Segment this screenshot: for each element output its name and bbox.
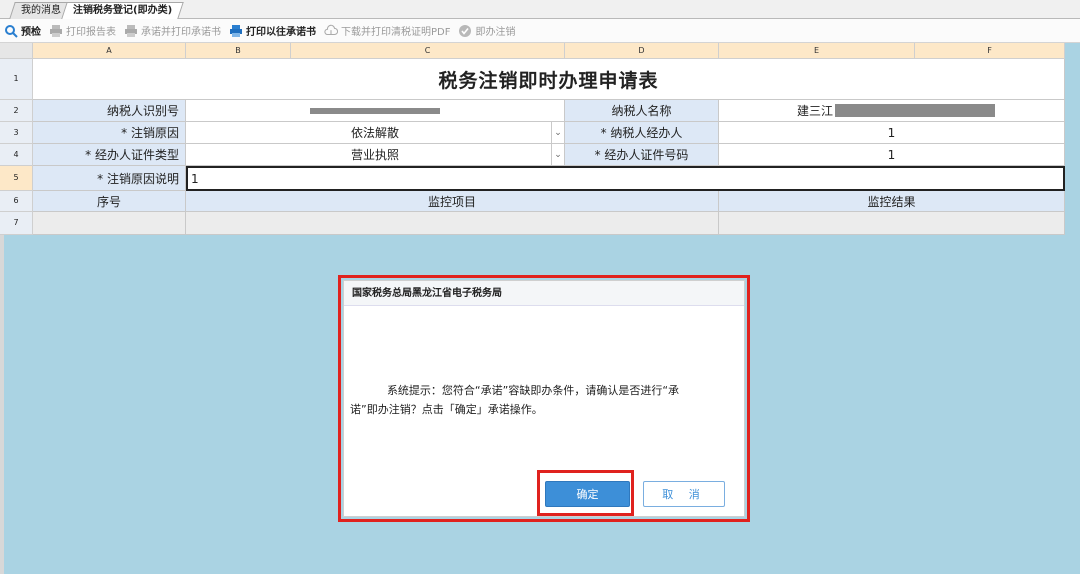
taxpayer-name-label: 纳税人名称 <box>565 100 719 122</box>
ok-button[interactable]: 确定 <box>545 481 630 507</box>
redacted-value <box>310 107 440 114</box>
print-report-button[interactable]: 打印报告表 <box>49 23 116 38</box>
preview-button[interactable]: 预检 <box>4 23 41 38</box>
reason-select[interactable]: 依法解散 ⌄ <box>186 122 565 144</box>
download-pdf-button[interactable]: 下载并打印清税证明PDF <box>324 23 450 38</box>
row-header[interactable]: 1 <box>0 59 33 100</box>
row-header[interactable]: 7 <box>0 212 33 235</box>
promise-print-button[interactable]: 承诺并打印承诺书 <box>124 23 221 38</box>
dialog-title: 国家税务总局黑龙江省电子税务局 <box>344 281 744 306</box>
chevron-down-icon[interactable]: ⌄ <box>551 144 564 165</box>
cert-type-label: * 经办人证件类型 <box>33 144 186 166</box>
table-cell[interactable] <box>719 212 1065 235</box>
column-header-d[interactable]: D <box>565 43 719 59</box>
column-header-b[interactable]: B <box>186 43 291 59</box>
agent-label: * 纳税人经办人 <box>565 122 719 144</box>
check-circle-icon <box>458 24 472 38</box>
chevron-down-icon[interactable]: ⌄ <box>551 122 564 143</box>
taxpayer-id-label: 纳税人识别号 <box>33 100 186 122</box>
taxpayer-id-field[interactable] <box>186 100 565 122</box>
print-old-promise-button[interactable]: 打印以往承诺书 <box>229 23 316 38</box>
form-title: 税务注销即时办理申请表 <box>33 59 1065 100</box>
cert-no-field[interactable]: 1 <box>719 144 1065 166</box>
row-header[interactable]: 5 <box>0 166 33 191</box>
cloud-download-icon <box>324 24 338 38</box>
printer-icon <box>124 24 138 38</box>
column-header-a[interactable]: A <box>33 43 186 59</box>
tab-cancel-registration[interactable]: 注销税务登记(即办类) <box>61 2 184 19</box>
column-header-e[interactable]: E <box>719 43 915 59</box>
taxpayer-name-field[interactable]: 建三江 <box>719 100 1065 122</box>
reason-desc-field[interactable]: 1 <box>186 166 1065 191</box>
tab-bar: 我的消息 注销税务登记(即办类) <box>0 0 1080 19</box>
dialog-message: 系统提示：您符合“承诺”容缺即办条件，请确认是否进行“承 诺”即办注销？点击「确… <box>350 384 680 416</box>
cert-no-label: * 经办人证件号码 <box>565 144 719 166</box>
row-header[interactable]: 6 <box>0 191 33 212</box>
row-header[interactable]: 2 <box>0 100 33 122</box>
reason-label: * 注销原因 <box>33 122 186 144</box>
redacted-value <box>835 104 996 117</box>
item-header: 监控项目 <box>186 191 719 212</box>
confirm-dialog: 国家税务总局黑龙江省电子税务局 系统提示：您符合“承诺”容缺即办条件，请确认是否… <box>343 280 745 517</box>
instant-cancel-button[interactable]: 即办注销 <box>458 23 515 38</box>
column-header-f[interactable]: F <box>915 43 1065 59</box>
table-cell[interactable] <box>33 212 186 235</box>
cert-type-select[interactable]: 营业执照 ⌄ <box>186 144 565 166</box>
sheet-corner <box>0 43 33 59</box>
reason-desc-label: * 注销原因说明 <box>33 166 186 191</box>
printer-icon <box>49 24 63 38</box>
printer-icon <box>229 24 243 38</box>
toolbar: 预检 打印报告表 承诺并打印承诺书 打印以往承诺书 下载并打印清税证明PDF 即… <box>0 19 1080 43</box>
seq-header: 序号 <box>33 191 186 212</box>
result-header: 监控结果 <box>719 191 1065 212</box>
search-icon <box>4 24 18 38</box>
agent-field[interactable]: 1 <box>719 122 1065 144</box>
row-header[interactable]: 4 <box>0 144 33 166</box>
table-cell[interactable] <box>186 212 719 235</box>
cancel-button[interactable]: 取 消 <box>643 481 725 507</box>
column-header-c[interactable]: C <box>291 43 565 59</box>
sheet-edge <box>0 235 4 574</box>
row-header[interactable]: 3 <box>0 122 33 144</box>
